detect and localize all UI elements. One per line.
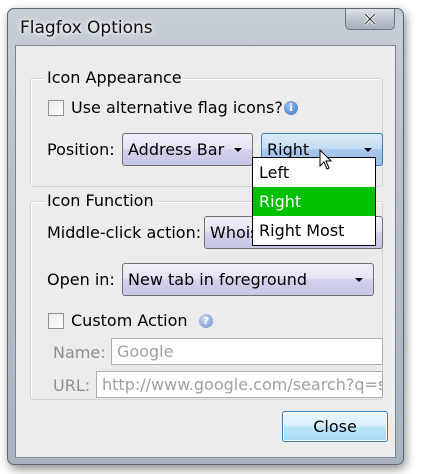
url-label: URL: — [53, 376, 91, 395]
custom-action-checkbox[interactable] — [48, 313, 64, 329]
position-label: Position: — [47, 140, 115, 159]
close-button[interactable]: Close — [282, 411, 388, 442]
open-in-label: Open in: — [47, 270, 115, 289]
close-icon — [363, 13, 377, 25]
dropdown-option-left[interactable]: Left — [253, 158, 375, 187]
window-title: Flagfox Options — [20, 18, 153, 38]
position-select[interactable]: Address Bar — [122, 133, 253, 166]
dropdown-option-right[interactable]: Right — [253, 187, 375, 216]
alt-flags-label[interactable]: Use alternative flag icons? — [71, 98, 283, 117]
mouse-cursor-icon — [319, 149, 333, 170]
window-close-button[interactable] — [345, 9, 395, 30]
open-in-select-value: New tab in foreground — [128, 270, 308, 289]
icon-function-title: Icon Function — [45, 191, 156, 210]
name-label: Name: — [53, 343, 106, 362]
chevron-down-icon — [355, 278, 363, 282]
name-field-value: Google — [117, 342, 174, 361]
url-field-value: http://www.google.com/search?q=sit — [102, 375, 383, 394]
dialog-body: Icon Appearance Use alternative flag ico… — [15, 45, 396, 458]
position-select-value: Address Bar — [128, 140, 225, 159]
info-icon[interactable]: i — [284, 101, 298, 115]
icon-appearance-title: Icon Appearance — [45, 68, 184, 87]
url-field[interactable]: http://www.google.com/search?q=sit — [96, 371, 383, 398]
chevron-down-icon — [234, 148, 242, 152]
close-button-label: Close — [313, 417, 357, 436]
dropdown-option-right-most[interactable]: Right Most — [253, 216, 375, 245]
custom-action-label[interactable]: Custom Action — [71, 311, 188, 330]
chevron-down-icon — [364, 148, 372, 152]
alt-flags-checkbox[interactable] — [48, 100, 64, 116]
title-bar[interactable]: Flagfox Options — [8, 9, 403, 45]
middle-click-label: Middle-click action: — [47, 223, 202, 242]
side-dropdown-list[interactable]: Left Right Right Most — [252, 157, 376, 246]
help-icon[interactable]: ? — [199, 314, 213, 328]
name-field[interactable]: Google — [111, 338, 383, 365]
open-in-select[interactable]: New tab in foreground — [122, 263, 374, 296]
